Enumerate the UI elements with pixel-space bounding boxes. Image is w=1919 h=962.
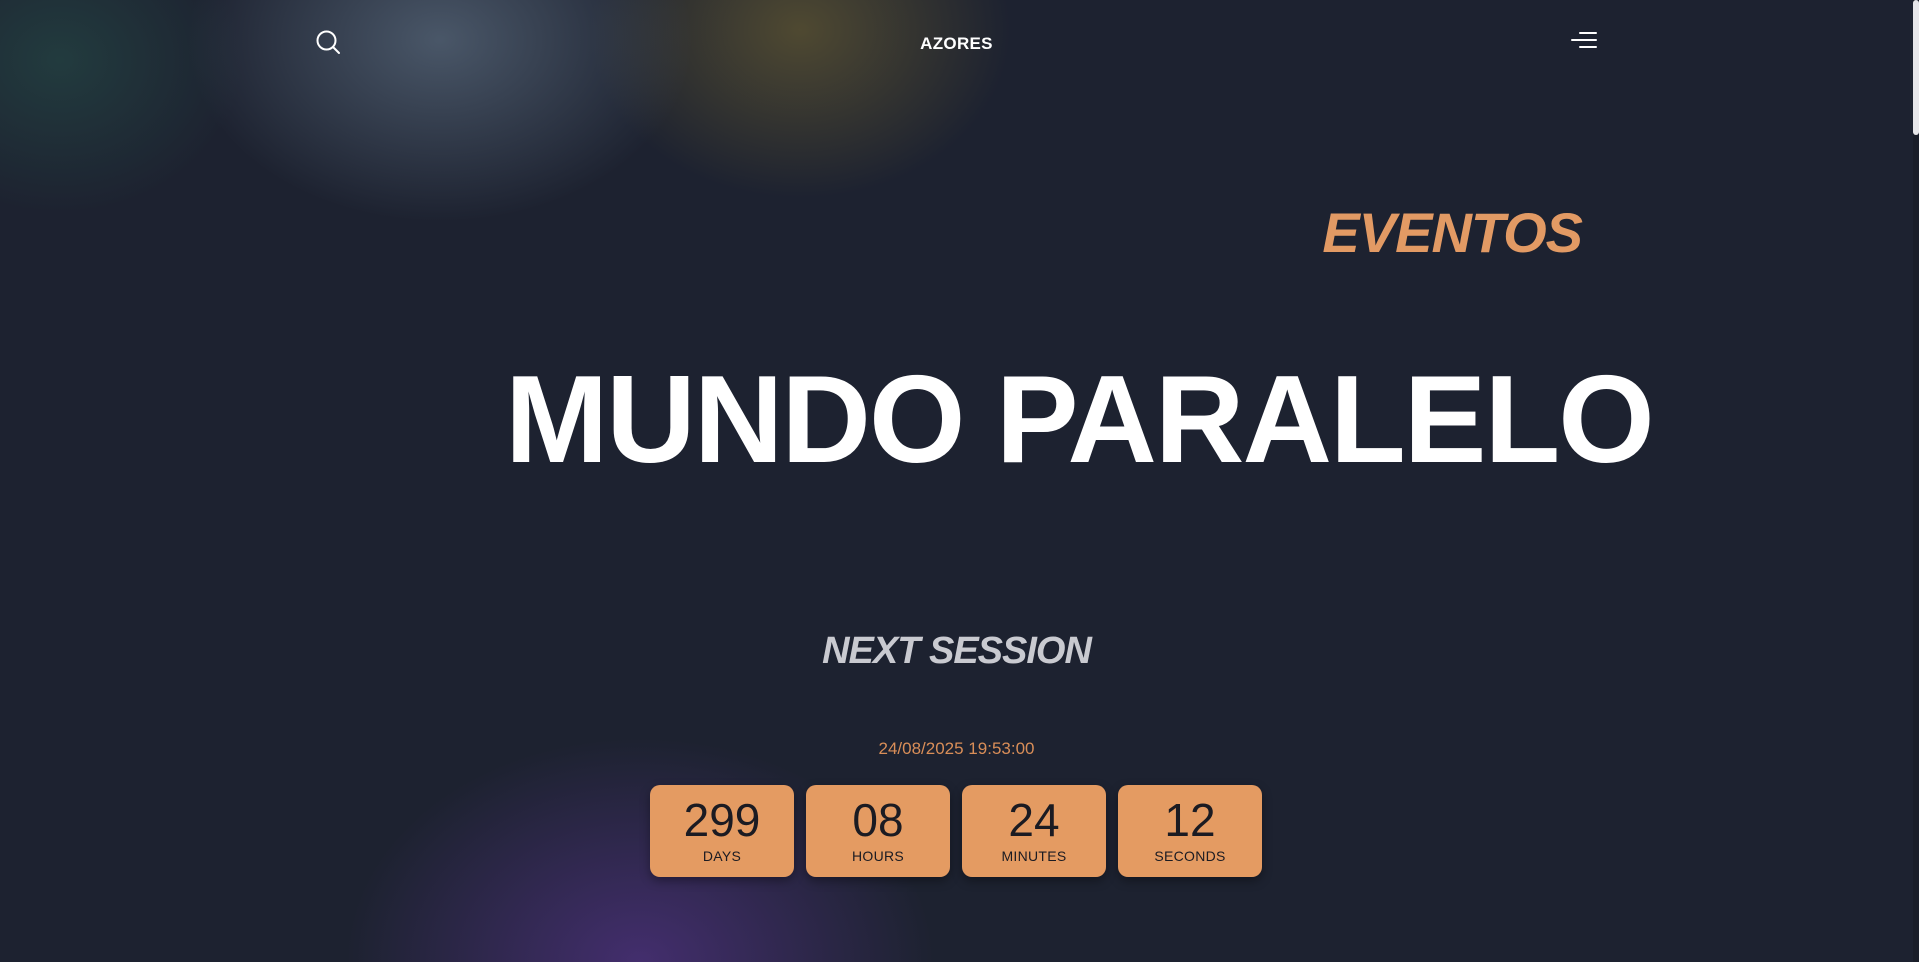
countdown-days: 299 DAYS: [650, 785, 794, 877]
scrollbar-thumb[interactable]: [1913, 0, 1919, 135]
countdown-minutes-value: 24: [1008, 794, 1060, 846]
category-heading: EVENTOS: [1322, 201, 1583, 264]
countdown-hours-label: HOURS: [851, 848, 905, 864]
countdown-seconds: 12 SECONDS: [1118, 785, 1262, 877]
page-title: MUNDO PARALELO: [505, 351, 1655, 489]
countdown-days-value: 299: [683, 794, 761, 846]
countdown-hours: 08 HOURS: [806, 785, 950, 877]
countdown: 299 DAYS 08 HOURS 24 MINUTES 12 SECONDS: [650, 785, 1262, 877]
next-session-heading: NEXT SESSION: [822, 630, 1092, 672]
menu-icon: [1571, 32, 1597, 48]
page: AZORES EVENTOS MUNDO PARALELO NEXT SESSI…: [0, 0, 1919, 962]
scrollbar[interactable]: [1913, 0, 1919, 962]
session-datetime: 24/08/2025 19:53:00: [878, 739, 1035, 758]
countdown-minutes: 24 MINUTES: [962, 785, 1106, 877]
countdown-hours-value: 08: [852, 794, 904, 846]
countdown-seconds-value: 12: [1164, 794, 1216, 846]
countdown-minutes-label: MINUTES: [1001, 848, 1067, 864]
countdown-seconds-label: SECONDS: [1154, 848, 1226, 864]
brand-logo[interactable]: AZORES: [0, 34, 1913, 54]
menu-button[interactable]: [1570, 30, 1598, 54]
countdown-days-label: DAYS: [702, 848, 742, 864]
